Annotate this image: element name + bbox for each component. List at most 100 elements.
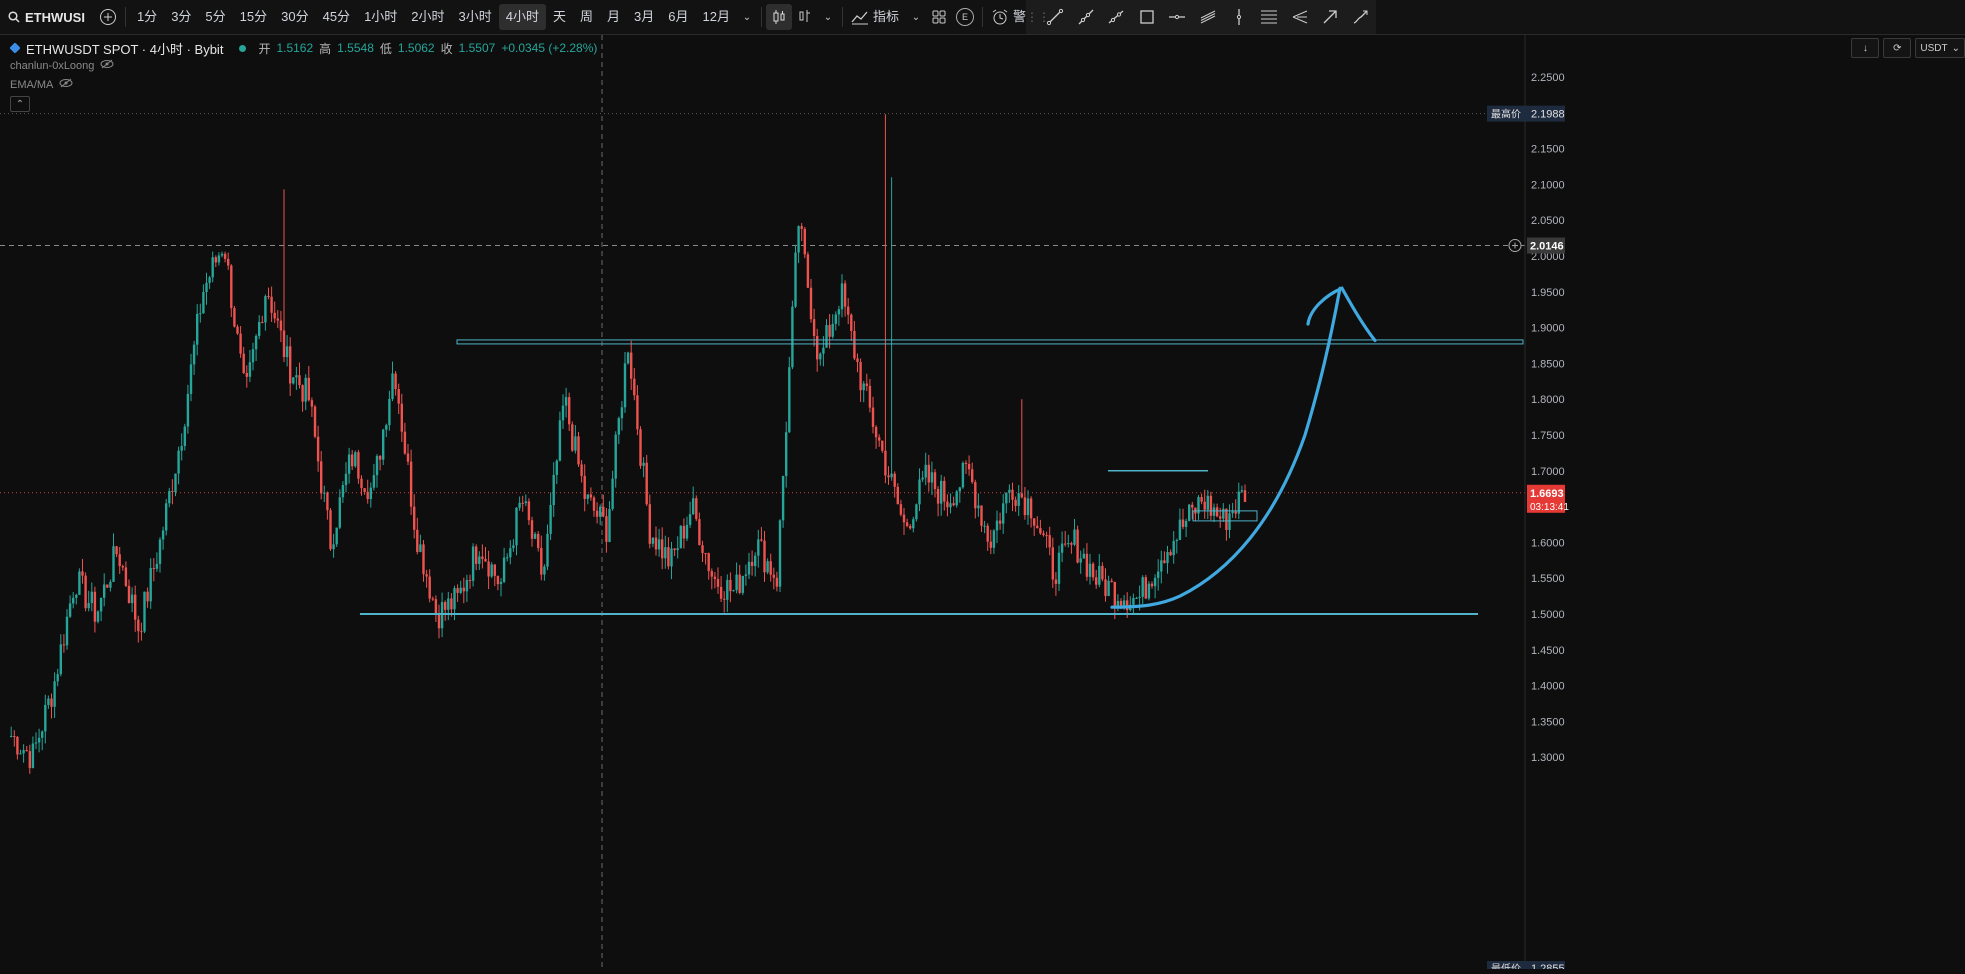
candle-body bbox=[1203, 501, 1206, 510]
collapse-legend-button[interactable]: ⌃ bbox=[10, 96, 30, 112]
ray-line-icon[interactable] bbox=[1071, 2, 1102, 32]
interval-10[interactable]: 天 bbox=[546, 4, 573, 30]
interval-15[interactable]: 12月 bbox=[696, 4, 737, 30]
candle-body bbox=[509, 548, 512, 558]
candle-body bbox=[1206, 495, 1209, 510]
rectangle-icon[interactable] bbox=[1132, 2, 1163, 32]
candle-body bbox=[540, 547, 543, 575]
crosshair-price-value: 2.0146 bbox=[1530, 241, 1564, 253]
events-badge[interactable]: E bbox=[952, 4, 978, 30]
bar-style-icon[interactable] bbox=[792, 4, 818, 30]
interval-1[interactable]: 3分 bbox=[164, 4, 198, 30]
candle-body bbox=[707, 553, 710, 572]
candle-body bbox=[155, 563, 159, 569]
candle-body bbox=[546, 533, 549, 567]
candle-body bbox=[719, 586, 723, 599]
interval-6[interactable]: 1小时 bbox=[357, 4, 404, 30]
interval-2[interactable]: 5分 bbox=[198, 4, 232, 30]
eye-off-icon[interactable] bbox=[59, 78, 73, 91]
interval-7[interactable]: 2小时 bbox=[404, 4, 451, 30]
currency-select[interactable]: USDT ⌄ bbox=[1915, 38, 1965, 58]
price-chart[interactable]: 2.25002.15002.10002.05002.00001.95001.90… bbox=[0, 35, 1965, 974]
candle-style-icon[interactable] bbox=[765, 4, 792, 30]
events-badge-label: E bbox=[956, 8, 974, 26]
alarm-clock-icon[interactable] bbox=[987, 4, 1013, 30]
candle-body bbox=[53, 681, 56, 707]
layout-grid-icon[interactable] bbox=[926, 4, 952, 30]
symbol-search[interactable]: ETHWUSI bbox=[0, 10, 95, 25]
indicators-icon[interactable] bbox=[847, 4, 873, 30]
price-axis[interactable] bbox=[1525, 35, 1965, 969]
interval-3[interactable]: 15分 bbox=[233, 4, 274, 30]
chevron-down-icon: ⌄ bbox=[1951, 42, 1960, 54]
interval-4[interactable]: 30分 bbox=[274, 4, 315, 30]
brush-icon[interactable] bbox=[1345, 2, 1376, 32]
indicators-button[interactable]: 指标 bbox=[873, 4, 906, 30]
candle-body bbox=[1135, 597, 1138, 599]
candle-body bbox=[78, 571, 81, 595]
candle-body bbox=[1175, 540, 1178, 542]
horizontal-line-icon[interactable] bbox=[1162, 2, 1193, 32]
interval-11[interactable]: 周 bbox=[573, 4, 600, 30]
interval-9[interactable]: 4小时 bbox=[498, 4, 546, 30]
indicator-name: chanlun-0xLoong bbox=[10, 59, 95, 72]
arrow-icon[interactable] bbox=[1315, 2, 1346, 32]
interval-12[interactable]: 月 bbox=[600, 4, 627, 30]
chart-pane[interactable]: 2.2500 2.1500 2.1000 2.0500 2.0000 1.9500 1.90… bbox=[0, 35, 1965, 974]
candle-body bbox=[847, 306, 850, 315]
candle-body bbox=[146, 591, 149, 602]
toolbar-divider bbox=[760, 7, 762, 27]
interval-13[interactable]: 3月 bbox=[627, 4, 661, 30]
candle-body bbox=[254, 335, 258, 350]
extended-line-icon[interactable] bbox=[1101, 2, 1132, 32]
candle-body bbox=[444, 602, 447, 610]
candle-body bbox=[1064, 543, 1067, 545]
candle-body bbox=[236, 326, 239, 334]
drag-handle-icon[interactable]: ⋮⋮ bbox=[1026, 10, 1050, 24]
interval-8[interactable]: 3小时 bbox=[452, 4, 499, 30]
add-symbol-icon[interactable] bbox=[95, 4, 121, 30]
candle-body bbox=[558, 420, 562, 461]
candle-body bbox=[227, 258, 230, 266]
fib-retracement-icon[interactable] bbox=[1254, 2, 1285, 32]
chart-legend: ETHWUSDT SPOT · 4小时 · Bybit 开 1.5162 高 1.5… bbox=[9, 40, 597, 112]
candle-body bbox=[180, 446, 183, 451]
trend-line-icon[interactable] bbox=[1040, 2, 1071, 32]
chevron-down-icon[interactable]: ⌄ bbox=[737, 4, 757, 30]
candle-body bbox=[323, 492, 326, 494]
candle-body bbox=[732, 590, 735, 592]
interval-5[interactable]: 45分 bbox=[316, 4, 357, 30]
candle-body bbox=[599, 506, 602, 517]
candle-body bbox=[952, 503, 955, 506]
candle-body bbox=[533, 533, 537, 539]
vertical-line-icon[interactable] bbox=[1223, 2, 1254, 32]
candle-body bbox=[1243, 490, 1247, 502]
candle-body bbox=[887, 475, 890, 478]
candle-body bbox=[893, 473, 896, 487]
chevron-down-icon[interactable]: ⌄ bbox=[818, 4, 838, 30]
high-value: 1.5548 bbox=[337, 41, 374, 55]
candle-body bbox=[912, 519, 915, 529]
pitchfork-icon[interactable] bbox=[1284, 2, 1315, 32]
interval-14[interactable]: 6月 bbox=[661, 4, 695, 30]
candle-body bbox=[949, 503, 952, 508]
reset-scale-icon[interactable]: ⟳ bbox=[1883, 38, 1912, 58]
price-tick: 2.1000 bbox=[1531, 179, 1565, 191]
candle-body bbox=[871, 407, 875, 427]
candle-body bbox=[726, 579, 729, 600]
candle-body bbox=[382, 429, 385, 460]
candle-body bbox=[1085, 553, 1089, 577]
indicator-row-chanlun[interactable]: chanlun-0xLoong bbox=[10, 56, 597, 75]
parallel-channel-icon[interactable] bbox=[1193, 2, 1224, 32]
candle-body bbox=[840, 283, 844, 310]
candle-body bbox=[754, 555, 757, 567]
price-tick: 1.4000 bbox=[1531, 681, 1565, 693]
scroll-down-icon[interactable]: ↓ bbox=[1851, 38, 1880, 58]
candle-body bbox=[1104, 579, 1107, 597]
candle-body bbox=[998, 520, 1002, 524]
chevron-down-icon[interactable]: ⌄ bbox=[906, 4, 926, 30]
indicator-row-ema[interactable]: EMA/MA bbox=[10, 75, 597, 94]
interval-0[interactable]: 1分 bbox=[130, 4, 164, 30]
eye-off-icon[interactable] bbox=[100, 59, 114, 72]
candle-body bbox=[1237, 491, 1240, 514]
